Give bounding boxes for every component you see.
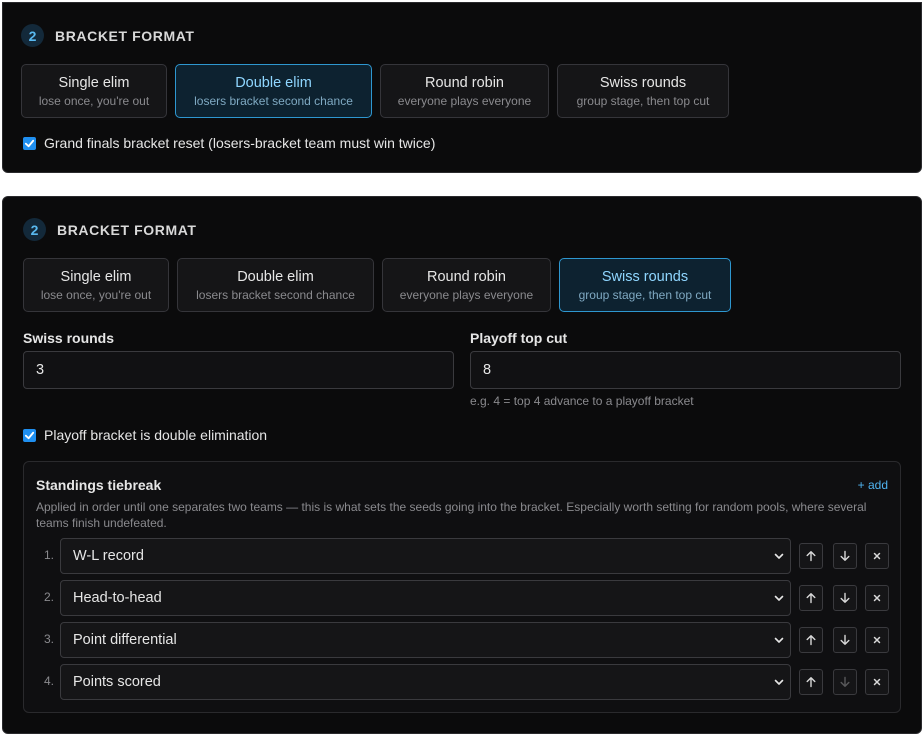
format-name: Swiss rounds (601, 268, 689, 285)
tiebreak-order-number: 2. (43, 590, 54, 604)
format-name: Round robin (425, 74, 504, 91)
format-desc: everyone plays everyone (397, 93, 532, 108)
format-name: Single elim (60, 268, 132, 285)
format-desc: losers bracket second chance (196, 287, 355, 302)
chevron-down-icon (774, 637, 784, 643)
tiebreak-order-number: 1. (43, 548, 54, 562)
swiss-rounds-input[interactable] (23, 351, 454, 389)
tiebreak-select-value: Head-to-head (73, 590, 162, 606)
arrow-up-icon (806, 593, 816, 604)
format-desc: lose once, you're out (40, 287, 152, 302)
tiebreak-row: 4. Points scored (36, 664, 890, 700)
remove-tiebreak-button[interactable] (865, 627, 889, 653)
format-round-robin-button[interactable]: Round robin everyone plays everyone (382, 258, 551, 312)
format-desc: everyone plays everyone (399, 287, 534, 302)
step-badge: 2 (21, 24, 44, 47)
move-down-button[interactable] (833, 543, 857, 569)
format-name: Swiss rounds (599, 74, 687, 91)
tiebreak-order-number: 4. (43, 674, 54, 688)
checkbox-check-icon (24, 431, 35, 439)
top-cut-input[interactable] (470, 351, 901, 389)
playoff-double-checkbox[interactable] (23, 428, 36, 442)
tiebreak-select[interactable]: W-L record (60, 538, 791, 574)
section-title: BRACKET FORMAT (55, 27, 195, 44)
tiebreak-order-number: 3. (43, 632, 54, 646)
format-swiss-rounds-button[interactable]: Swiss rounds group stage, then top cut (559, 258, 731, 312)
grand-finals-reset-label: Grand finals bracket reset (losers-brack… (44, 135, 436, 151)
format-swiss-rounds-button[interactable]: Swiss rounds group stage, then top cut (557, 64, 729, 118)
section-header: 2 BRACKET FORMAT (23, 218, 197, 241)
section-header: 2 BRACKET FORMAT (21, 24, 195, 47)
format-round-robin-button[interactable]: Round robin everyone plays everyone (380, 64, 549, 118)
grand-finals-reset-row[interactable]: Grand finals bracket reset (losers-brack… (23, 135, 435, 151)
arrow-down-icon (840, 592, 850, 603)
tiebreak-select-value: Points scored (73, 674, 161, 690)
format-double-elim-button[interactable]: Double elim losers bracket second chance (175, 64, 372, 118)
format-name: Double elim (237, 268, 314, 285)
arrow-down-icon (840, 676, 850, 687)
arrow-down-icon (840, 550, 850, 561)
chevron-down-icon (774, 553, 784, 559)
move-down-button[interactable] (833, 585, 857, 611)
remove-tiebreak-button[interactable] (865, 669, 889, 695)
swiss-rounds-label: Swiss rounds (23, 330, 115, 346)
arrow-up-icon (806, 635, 816, 646)
playoff-double-row[interactable]: Playoff bracket is double elimination (23, 427, 267, 443)
chevron-down-icon (774, 595, 784, 601)
move-up-button[interactable] (799, 585, 823, 611)
tiebreak-row: 2. Head-to-head (36, 580, 890, 616)
arrow-up-icon (806, 677, 816, 688)
format-desc: group stage, then top cut (578, 287, 712, 302)
format-double-elim-button[interactable]: Double elim losers bracket second chance (177, 258, 374, 312)
add-tiebreak-link[interactable]: + add (858, 478, 888, 492)
arrow-down-icon (840, 634, 850, 645)
tiebreak-select-value: W-L record (73, 548, 144, 564)
tiebreak-row: 1. W-L record (36, 538, 890, 574)
tiebreak-select[interactable]: Head-to-head (60, 580, 791, 616)
format-name: Double elim (235, 74, 312, 91)
format-name: Round robin (427, 268, 506, 285)
close-icon (873, 594, 881, 602)
format-desc: lose once, you're out (38, 93, 150, 108)
close-icon (873, 678, 881, 686)
remove-tiebreak-button[interactable] (865, 585, 889, 611)
arrow-up-icon (806, 551, 816, 562)
close-icon (873, 636, 881, 644)
move-up-button[interactable] (799, 627, 823, 653)
bracket-format-panel-a: 2 BRACKET FORMAT Single elim lose once, … (2, 2, 922, 173)
close-icon (873, 552, 881, 560)
tiebreak-select[interactable]: Points scored (60, 664, 791, 700)
format-single-elim-button[interactable]: Single elim lose once, you're out (21, 64, 167, 118)
tiebreak-select-value: Point differential (73, 632, 177, 648)
tiebreak-row: 3. Point differential (36, 622, 890, 658)
tiebreak-description: Applied in order until one separates two… (36, 500, 867, 530)
grand-finals-reset-checkbox[interactable] (23, 136, 36, 150)
section-title: BRACKET FORMAT (57, 221, 197, 238)
format-single-elim-button[interactable]: Single elim lose once, you're out (23, 258, 169, 312)
chevron-down-icon (774, 679, 784, 685)
top-cut-hint: e.g. 4 = top 4 advance to a playoff brac… (470, 394, 694, 408)
tiebreak-title: Standings tiebreak (36, 477, 162, 493)
tiebreak-select[interactable]: Point differential (60, 622, 791, 658)
step-badge: 2 (23, 218, 46, 241)
bracket-format-panel-b: 2 BRACKET FORMAT Single elim lose once, … (2, 196, 922, 734)
move-down-button[interactable] (833, 669, 857, 695)
remove-tiebreak-button[interactable] (865, 543, 889, 569)
playoff-double-label: Playoff bracket is double elimination (44, 427, 268, 443)
move-up-button[interactable] (799, 543, 823, 569)
move-down-button[interactable] (833, 627, 857, 653)
format-desc: losers bracket second chance (194, 93, 353, 108)
move-up-button[interactable] (799, 669, 823, 695)
checkbox-check-icon (24, 139, 35, 147)
top-cut-label: Playoff top cut (470, 330, 568, 346)
standings-tiebreak-panel: Standings tiebreak + add Applied in orde… (23, 461, 901, 713)
format-name: Single elim (58, 74, 130, 91)
format-desc: group stage, then top cut (576, 93, 710, 108)
